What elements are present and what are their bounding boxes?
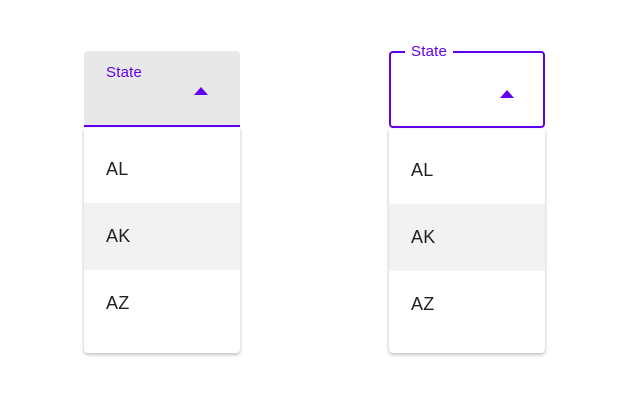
state-menu-outlined: AL AK AZ bbox=[389, 129, 545, 353]
menu-item-az[interactable]: AZ bbox=[389, 271, 545, 338]
state-label-outlined: State bbox=[405, 43, 454, 61]
state-menu-filled: AL AK AZ bbox=[84, 128, 240, 353]
state-select-filled[interactable]: State bbox=[84, 51, 240, 127]
menu-item-al[interactable]: AL bbox=[389, 137, 545, 204]
menu-item-az[interactable]: AZ bbox=[84, 270, 240, 337]
state-select-outlined[interactable]: State bbox=[389, 43, 545, 128]
canvas: State AL AK AZ State AL AK AZ bbox=[0, 0, 633, 410]
caret-up-icon bbox=[500, 90, 514, 98]
menu-item-al[interactable]: AL bbox=[84, 136, 240, 203]
menu-item-ak[interactable]: AK bbox=[389, 204, 545, 271]
state-label-filled: State bbox=[106, 64, 143, 81]
caret-up-icon bbox=[194, 87, 208, 95]
menu-item-ak[interactable]: AK bbox=[84, 203, 240, 270]
